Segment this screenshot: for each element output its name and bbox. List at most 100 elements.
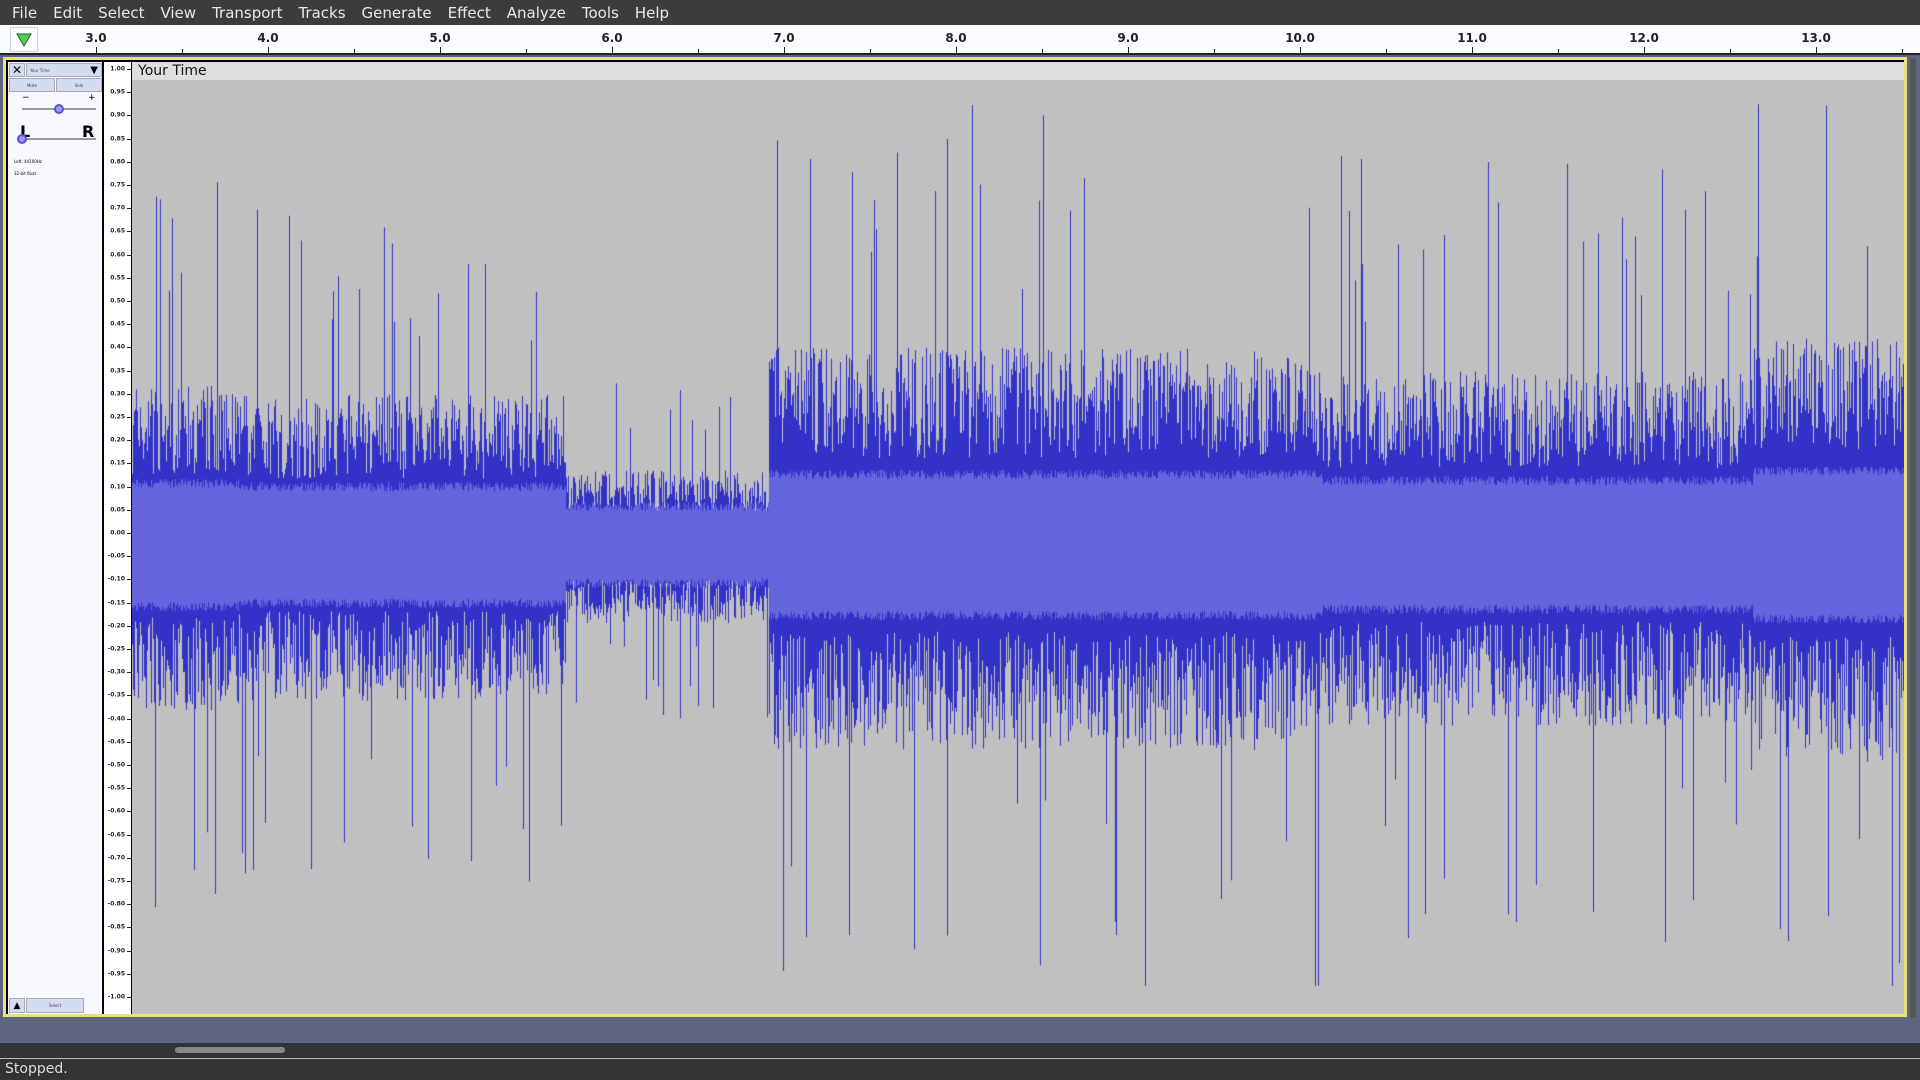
amplitude-tick	[127, 92, 131, 93]
timeline-label: 4.0	[257, 31, 278, 45]
gain-slider-handle[interactable]	[54, 104, 64, 114]
amplitude-tick	[127, 719, 131, 720]
status-bar: Stopped.	[0, 1058, 1920, 1080]
select-track-button[interactable]: Select	[26, 998, 84, 1013]
amplitude-label: -0.10	[108, 576, 125, 583]
amplitude-label: -0.35	[108, 692, 125, 699]
timeline-tick	[1644, 47, 1645, 53]
menu-generate[interactable]: Generate	[354, 4, 440, 22]
amplitude-label: 0.35	[110, 367, 125, 374]
amplitude-label: 0.55	[110, 274, 125, 281]
amplitude-label: 0.80	[110, 158, 125, 165]
amplitude-tick	[127, 487, 131, 488]
amplitude-label: 0.85	[110, 135, 125, 142]
amplitude-tick	[127, 162, 131, 163]
timeline-tick	[354, 49, 355, 53]
amplitude-tick	[127, 858, 131, 859]
timeline-ruler[interactable]: 3.04.05.06.07.08.09.010.011.012.013.0	[0, 25, 1920, 55]
timeline-label: 12.0	[1629, 31, 1659, 45]
timeline-tick	[1128, 47, 1129, 53]
timeline-tick	[1730, 49, 1731, 53]
track-control-panel: ✕ Your Time▼ Mute Solo − + L R Left, 441…	[8, 62, 102, 1014]
gain-plus-label: +	[88, 93, 96, 103]
amplitude-tick	[127, 417, 131, 418]
menu-help[interactable]: Help	[627, 4, 677, 22]
amplitude-tick	[127, 951, 131, 952]
collapse-track-button[interactable]: ▲	[9, 998, 25, 1013]
amplitude-label: -0.30	[108, 669, 125, 676]
menu-tools[interactable]: Tools	[574, 4, 627, 22]
triangle-up-icon: ▲	[14, 1001, 21, 1011]
menu-edit[interactable]: Edit	[45, 4, 90, 22]
vertical-scrollbar[interactable]	[1910, 58, 1916, 1018]
amplitude-tick	[127, 324, 131, 325]
amplitude-label: -0.65	[108, 831, 125, 838]
timeline-tick	[1386, 49, 1387, 53]
amplitude-tick	[127, 603, 131, 604]
track-format-info: 32-bit float	[14, 171, 36, 176]
timeline-tick	[698, 49, 699, 53]
amplitude-label: 0.25	[110, 414, 125, 421]
amplitude-label: 0.65	[110, 228, 125, 235]
amplitude-label: 0.90	[110, 112, 125, 119]
timeline-tick	[1558, 49, 1559, 53]
amplitude-tick	[127, 440, 131, 441]
amplitude-tick	[127, 533, 131, 534]
pan-slider-handle[interactable]	[17, 134, 27, 144]
menu-bar: FileEditSelectViewTransportTracksGenerat…	[0, 0, 1920, 25]
timeline-tick	[784, 47, 785, 53]
amplitude-label: 1.00	[110, 66, 125, 73]
timeline-tick	[956, 47, 957, 53]
track-rate-info: Left, 44100Hz	[14, 159, 42, 164]
amplitude-tick	[127, 556, 131, 557]
audio-track: ✕ Your Time▼ Mute Solo − + L R Left, 441…	[3, 57, 1907, 1017]
amplitude-tick	[127, 672, 131, 673]
amplitude-tick	[127, 347, 131, 348]
menu-view[interactable]: View	[152, 4, 204, 22]
menu-transport[interactable]: Transport	[204, 4, 290, 22]
amplitude-label: 0.75	[110, 182, 125, 189]
horizontal-scrollbar-thumb[interactable]	[175, 1047, 285, 1053]
amplitude-tick	[127, 997, 131, 998]
gain-minus-label: −	[22, 93, 30, 103]
gain-slider[interactable]	[22, 108, 96, 110]
timeline-label: 8.0	[945, 31, 966, 45]
amplitude-label: 0.60	[110, 251, 125, 258]
timeline-label: 5.0	[429, 31, 450, 45]
amplitude-label: 0.50	[110, 298, 125, 305]
menu-effect[interactable]: Effect	[440, 4, 499, 22]
timeline-label: 6.0	[601, 31, 622, 45]
horizontal-scrollbar[interactable]	[0, 1043, 1920, 1058]
timeline-tick	[1300, 47, 1301, 53]
amplitude-tick	[127, 904, 131, 905]
amplitude-tick	[127, 394, 131, 395]
solo-button[interactable]: Solo	[56, 78, 102, 92]
waveform[interactable]	[132, 80, 1904, 1014]
amplitude-tick	[127, 139, 131, 140]
track-menu-button[interactable]: Your Time▼	[26, 63, 102, 77]
amplitude-label: 0.05	[110, 506, 125, 513]
close-track-button[interactable]: ✕	[9, 63, 25, 77]
menu-tracks[interactable]: Tracks	[290, 4, 353, 22]
amplitude-tick	[127, 974, 131, 975]
amplitude-label: -0.15	[108, 599, 125, 606]
timeline-tick	[440, 47, 441, 53]
play-head-button[interactable]	[10, 27, 38, 52]
pan-slider[interactable]	[22, 138, 96, 140]
amplitude-label: 0.40	[110, 344, 125, 351]
amplitude-ruler: 1.000.950.900.850.800.750.700.650.600.55…	[104, 62, 131, 1014]
amplitude-label: -0.55	[108, 785, 125, 792]
amplitude-label: 0.70	[110, 205, 125, 212]
menu-file[interactable]: File	[4, 4, 45, 22]
amplitude-label: -0.70	[108, 854, 125, 861]
amplitude-label: -0.60	[108, 808, 125, 815]
amplitude-tick	[127, 788, 131, 789]
menu-select[interactable]: Select	[90, 4, 152, 22]
mute-button[interactable]: Mute	[9, 78, 55, 92]
close-icon: ✕	[12, 63, 22, 77]
timeline-label: 7.0	[773, 31, 794, 45]
amplitude-tick	[127, 742, 131, 743]
menu-analyze[interactable]: Analyze	[499, 4, 574, 22]
track-title: Your Time	[132, 62, 1904, 80]
amplitude-tick	[127, 835, 131, 836]
